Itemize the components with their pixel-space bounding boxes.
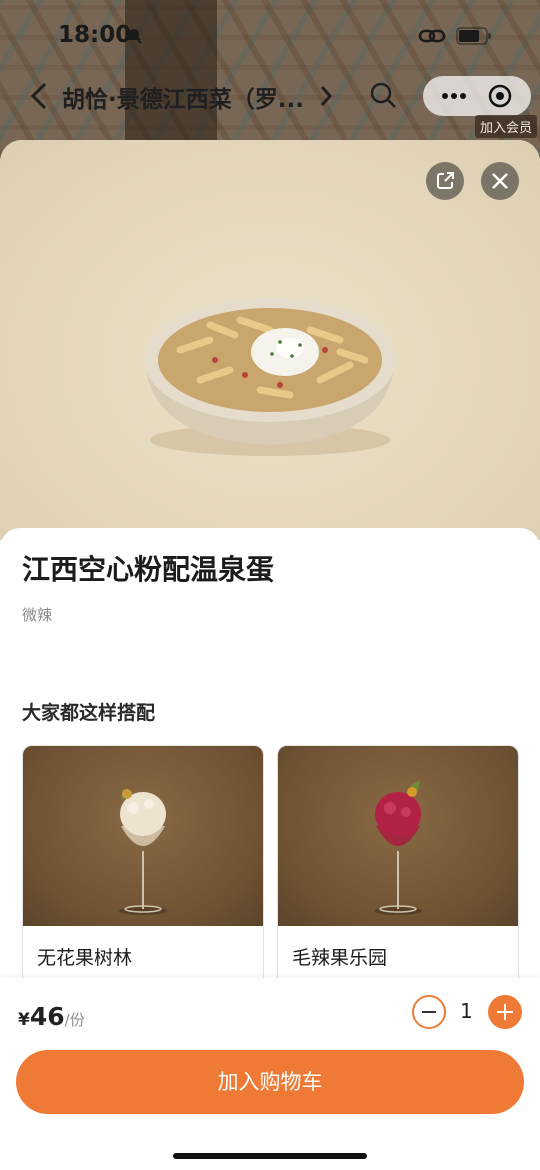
close-program-icon[interactable] <box>487 83 513 109</box>
status-time: 18:00 <box>58 22 132 48</box>
dessert-glass-image <box>119 788 167 915</box>
pasta-bowl-image <box>144 298 396 456</box>
decrease-quantity-button[interactable] <box>412 995 446 1029</box>
quantity-value: 1 <box>460 999 473 1023</box>
join-member-tag[interactable]: 加入会员 <box>475 115 538 138</box>
pairing-name: 无花果树林 <box>37 947 133 969</box>
price-unit: /份 <box>64 1011 85 1029</box>
dessert-glass-image <box>374 780 422 915</box>
pairing-card[interactable]: 无花果树林 <box>22 745 264 987</box>
price-value: 46 <box>29 1002 65 1031</box>
home-indicator <box>173 1153 367 1159</box>
link-icon <box>418 29 446 43</box>
dish-name: 江西空心粉配温泉蛋 <box>22 553 275 586</box>
order-bar: ¥46/份 1 加入购物车 <box>0 978 540 1170</box>
pairing-card[interactable]: 毛辣果乐园 <box>277 745 519 987</box>
share-button[interactable] <box>426 162 464 200</box>
price: ¥46/份 <box>18 1002 85 1031</box>
search-icon[interactable] <box>368 80 398 110</box>
battery-icon <box>456 27 491 45</box>
close-icon <box>492 173 508 189</box>
share-icon <box>437 172 454 189</box>
spice-level-tag: 微辣 <box>22 606 53 624</box>
dish-photo <box>0 140 540 540</box>
close-button[interactable] <box>481 162 519 200</box>
more-icon[interactable] <box>439 84 469 108</box>
pairing-name: 毛辣果乐园 <box>292 947 388 969</box>
mini-program-capsule <box>423 76 531 116</box>
add-to-cart-button[interactable]: 加入购物车 <box>16 1050 524 1114</box>
pairing-photo <box>278 746 518 926</box>
back-icon[interactable] <box>28 81 50 111</box>
status-bar: 18:00 <box>0 0 540 70</box>
shop-title[interactable]: 胡恰·景德江西菜（罗... <box>62 80 304 114</box>
pairing-photo <box>23 746 263 926</box>
dish-detail: 江西空心粉配温泉蛋 微辣 大家都这样搭配 无花果树林 毛辣果乐园 <box>0 528 540 988</box>
chevron-right-icon[interactable] <box>318 84 334 108</box>
pairing-title: 大家都这样搭配 <box>22 702 156 724</box>
price-currency: ¥ <box>18 1010 30 1030</box>
increase-quantity-button[interactable] <box>488 995 522 1029</box>
bell-mute-icon <box>126 28 142 44</box>
